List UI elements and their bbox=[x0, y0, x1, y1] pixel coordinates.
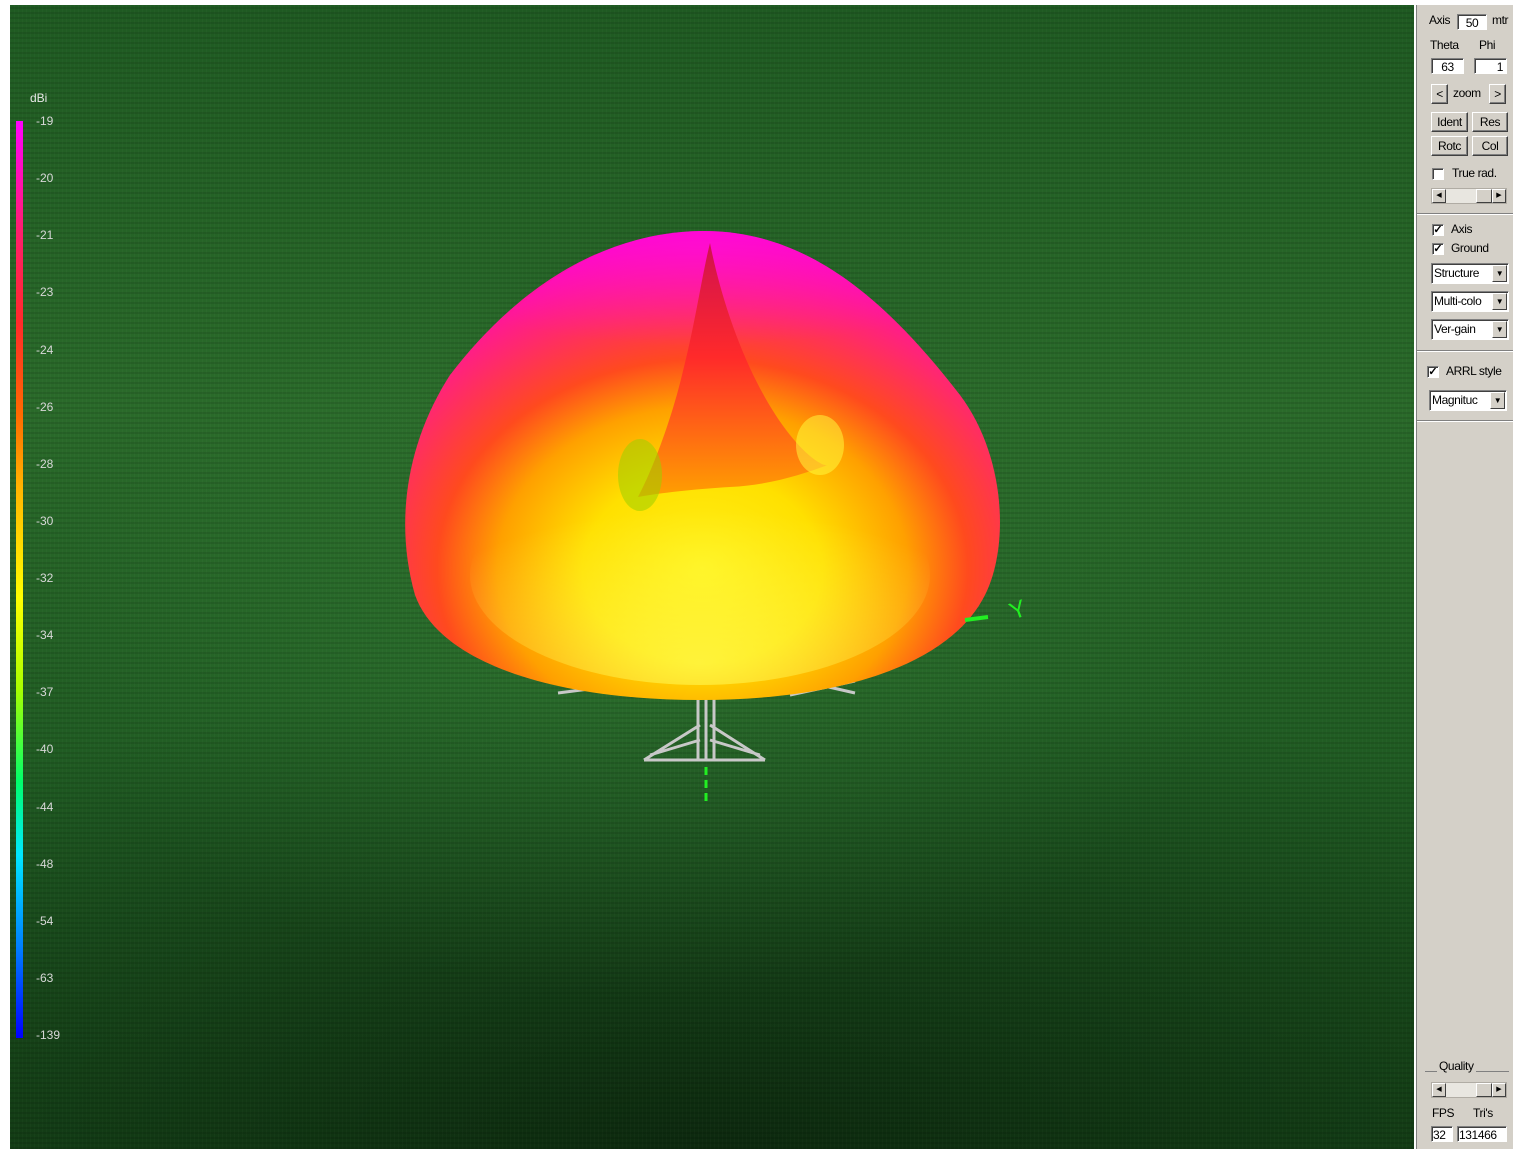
structure-select-value: Structure bbox=[1434, 266, 1480, 280]
ground-check-label: Ground bbox=[1451, 241, 1489, 255]
control-panel: Axis 50 mtr Theta Phi 63 1 < zoom > Iden… bbox=[1416, 5, 1513, 1149]
legend-tick-label: -20 bbox=[36, 171, 54, 186]
legend-tick-label: -19 bbox=[36, 114, 54, 128]
chevron-down-icon[interactable]: ▼ bbox=[1490, 392, 1505, 409]
ground-checkbox[interactable]: ✓ bbox=[1432, 243, 1444, 255]
arrl-style-label: ARRL style bbox=[1446, 364, 1502, 378]
legend-tick-label: -32 bbox=[36, 571, 54, 585]
legend-tick-label: -139 bbox=[36, 1028, 61, 1042]
divider bbox=[1417, 420, 1513, 422]
slider-left-arrow-icon[interactable]: ◀ bbox=[1432, 1083, 1446, 1097]
legend-tick-label: -44 bbox=[36, 799, 54, 814]
slider-right-arrow-icon[interactable]: ▶ bbox=[1492, 189, 1506, 203]
legend-tick-label: -37 bbox=[36, 685, 54, 700]
axis-check-label: Axis bbox=[1451, 222, 1473, 236]
chevron-down-icon[interactable]: ▼ bbox=[1492, 321, 1507, 338]
gain-select[interactable]: Ver-gain ▼ bbox=[1431, 319, 1509, 340]
rotate-button[interactable]: Rotc bbox=[1431, 136, 1468, 156]
legend-tick-label: -28 bbox=[36, 456, 54, 471]
axis-checkbox[interactable]: ✓ bbox=[1432, 224, 1444, 236]
quality-label: Quality bbox=[1437, 1059, 1476, 1073]
gain-legend: dBi -19 -20 -21 -23 -24 -26 -28 -30 -32 -34 -37 -40… bbox=[10, 5, 90, 1149]
legend-tick-label: -48 bbox=[36, 856, 54, 871]
divider bbox=[1417, 350, 1513, 352]
legend-tick-label: -21 bbox=[36, 228, 54, 243]
axis-y-label: Y bbox=[1006, 595, 1030, 626]
chevron-down-icon[interactable]: ▼ bbox=[1492, 265, 1507, 282]
zoom-out-button[interactable]: < bbox=[1431, 84, 1448, 104]
radiation-pattern-scene[interactable]: Y bbox=[10, 5, 1414, 1149]
legend-unit: dBi bbox=[30, 91, 48, 105]
axis-size-label: Axis bbox=[1429, 13, 1451, 27]
slider-thumb[interactable] bbox=[1476, 189, 1492, 203]
gain-select-value: Ver-gain bbox=[1434, 322, 1476, 336]
lobe-null-right bbox=[796, 415, 844, 475]
tris-value: 131466 bbox=[1457, 1126, 1507, 1142]
tris-label: Tri's bbox=[1473, 1106, 1493, 1120]
lobe-lower-glow bbox=[470, 465, 930, 685]
zoom-in-button[interactable]: > bbox=[1489, 84, 1506, 104]
axis-unit-label: mtr bbox=[1492, 13, 1509, 27]
true-rad-checkbox[interactable] bbox=[1432, 168, 1444, 180]
lobe-null-left bbox=[618, 439, 662, 511]
legend-tick-label: -54 bbox=[36, 913, 54, 928]
legend-tick-label: -40 bbox=[36, 742, 54, 757]
legend-color-bar bbox=[16, 121, 23, 1038]
structure-select[interactable]: Structure ▼ bbox=[1431, 263, 1509, 284]
slider-left-arrow-icon[interactable]: ◀ bbox=[1432, 189, 1446, 203]
legend-tick-label: -34 bbox=[36, 628, 54, 643]
fps-value: 32 bbox=[1431, 1126, 1453, 1142]
magnitude-select[interactable]: Magnituc ▼ bbox=[1429, 390, 1507, 411]
legend-tick-label: -63 bbox=[36, 970, 54, 985]
theta-label: Theta bbox=[1430, 38, 1459, 52]
reset-button[interactable]: Res bbox=[1472, 112, 1508, 132]
ident-button[interactable]: Ident bbox=[1431, 112, 1468, 132]
true-rad-label: True rad. bbox=[1452, 166, 1497, 180]
slider-right-arrow-icon[interactable]: ▶ bbox=[1492, 1083, 1506, 1097]
color-mode-select[interactable]: Multi-colo ▼ bbox=[1431, 291, 1509, 312]
phi-input[interactable]: 1 bbox=[1474, 58, 1507, 74]
axis-size-input[interactable]: 50 bbox=[1457, 14, 1487, 30]
phi-label: Phi bbox=[1479, 38, 1496, 52]
quality-slider[interactable]: ◀ ▶ bbox=[1431, 1082, 1507, 1098]
theta-input[interactable]: 63 bbox=[1431, 58, 1464, 74]
legend-tick-label: -30 bbox=[36, 513, 54, 528]
slider-thumb[interactable] bbox=[1476, 1083, 1492, 1097]
magnitude-select-value: Magnituc bbox=[1432, 393, 1478, 407]
color-button[interactable]: Col bbox=[1472, 136, 1508, 156]
color-mode-select-value: Multi-colo bbox=[1434, 294, 1482, 308]
divider bbox=[1417, 213, 1513, 215]
chevron-down-icon[interactable]: ▼ bbox=[1492, 293, 1507, 310]
3d-viewport[interactable]: Y dBi -19 -20 -21 -23 -24 -26 -28 -30 -32 -34 -37 -… bbox=[10, 5, 1414, 1149]
legend-tick-label: -26 bbox=[36, 399, 54, 414]
zoom-label: zoom bbox=[1453, 86, 1481, 100]
arrl-style-checkbox[interactable]: ✓ bbox=[1427, 366, 1439, 378]
true-rad-slider[interactable]: ◀ ▶ bbox=[1431, 188, 1507, 204]
legend-tick-label: -24 bbox=[36, 342, 54, 357]
legend-tick-label: -23 bbox=[36, 285, 54, 300]
fps-label: FPS bbox=[1432, 1106, 1455, 1120]
